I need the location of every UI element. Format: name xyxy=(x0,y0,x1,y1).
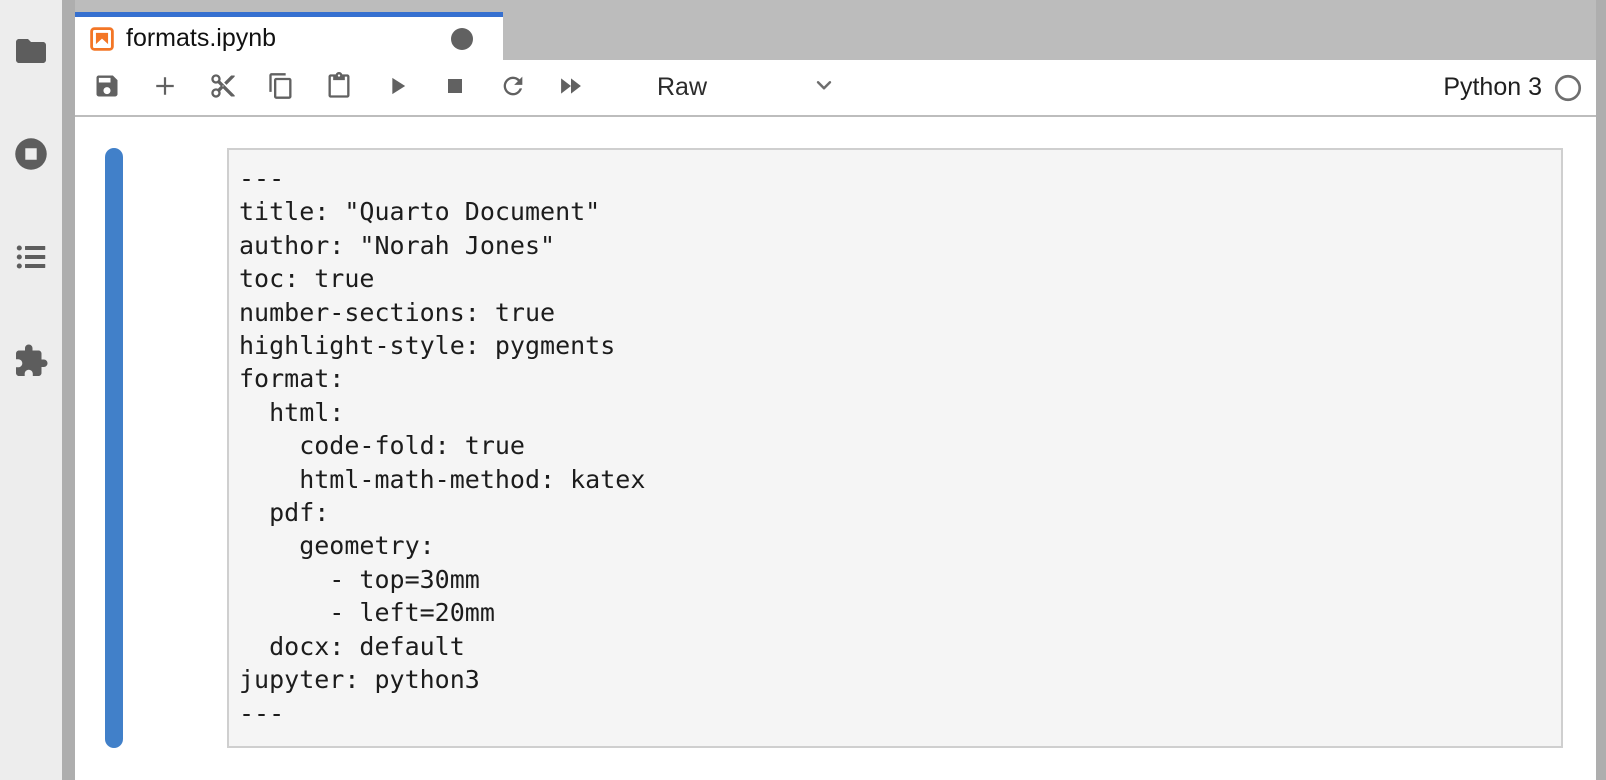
cut-icon xyxy=(209,72,237,103)
cell-editor[interactable]: --- title: "Quarto Document" author: "No… xyxy=(227,148,1563,748)
notebook-toolbar: Raw Python 3 xyxy=(75,60,1596,117)
right-edge-strip xyxy=(1596,0,1606,780)
sidebar-item-table-of-contents[interactable] xyxy=(12,239,50,277)
notebook-content: --- title: "Quarto Document" author: "No… xyxy=(75,117,1596,780)
folder-icon xyxy=(13,33,49,72)
save-button[interactable] xyxy=(93,74,121,102)
interrupt-kernel-button[interactable] xyxy=(441,74,469,102)
fast-forward-icon xyxy=(557,72,585,103)
paste-cells-button[interactable] xyxy=(325,74,353,102)
jupyterlab-window: formats.ipynb xyxy=(0,0,1606,780)
sidebar-item-running-kernels[interactable] xyxy=(12,136,50,174)
stop-circle-icon xyxy=(13,136,49,175)
restart-run-all-button[interactable] xyxy=(557,74,585,102)
tab-bar: formats.ipynb xyxy=(75,0,1596,60)
kernel-status-icon[interactable] xyxy=(1552,72,1584,104)
kernel-indicator[interactable]: Python 3 xyxy=(1443,72,1584,104)
sidebar-item-file-browser[interactable] xyxy=(12,33,50,71)
kernel-name: Python 3 xyxy=(1443,73,1542,102)
insert-cell-button[interactable] xyxy=(151,74,179,102)
cell-input-prompt xyxy=(123,148,227,748)
copy-cells-button[interactable] xyxy=(267,74,295,102)
cell-type-value: Raw xyxy=(657,73,707,102)
plus-icon xyxy=(151,72,179,103)
puzzle-icon xyxy=(13,343,49,382)
run-cell-button[interactable] xyxy=(383,74,411,102)
cell-source-text[interactable]: --- title: "Quarto Document" author: "No… xyxy=(229,150,1561,730)
notebook-icon xyxy=(88,25,116,53)
stop-icon xyxy=(441,72,469,103)
raw-cell: --- title: "Quarto Document" author: "No… xyxy=(105,148,1563,748)
run-icon xyxy=(383,72,411,103)
main-dock-panel: formats.ipynb xyxy=(75,0,1596,780)
copy-icon xyxy=(267,72,295,103)
restart-icon xyxy=(499,72,527,103)
cut-cells-button[interactable] xyxy=(209,74,237,102)
tab-dirty-indicator[interactable] xyxy=(451,28,473,50)
tab-formats-ipynb[interactable]: formats.ipynb xyxy=(75,12,503,60)
save-icon xyxy=(93,72,121,103)
restart-kernel-button[interactable] xyxy=(499,74,527,102)
sidebar-item-extensions[interactable] xyxy=(12,343,50,381)
cell-type-dropdown[interactable]: Raw xyxy=(653,68,841,108)
tab-title: formats.ipynb xyxy=(126,24,276,53)
list-icon xyxy=(13,239,49,278)
chevron-down-icon xyxy=(811,72,837,103)
activity-sidebar xyxy=(0,0,62,780)
sidebar-divider xyxy=(62,0,75,780)
paste-icon xyxy=(325,72,353,103)
cell-collapser[interactable] xyxy=(105,148,123,748)
